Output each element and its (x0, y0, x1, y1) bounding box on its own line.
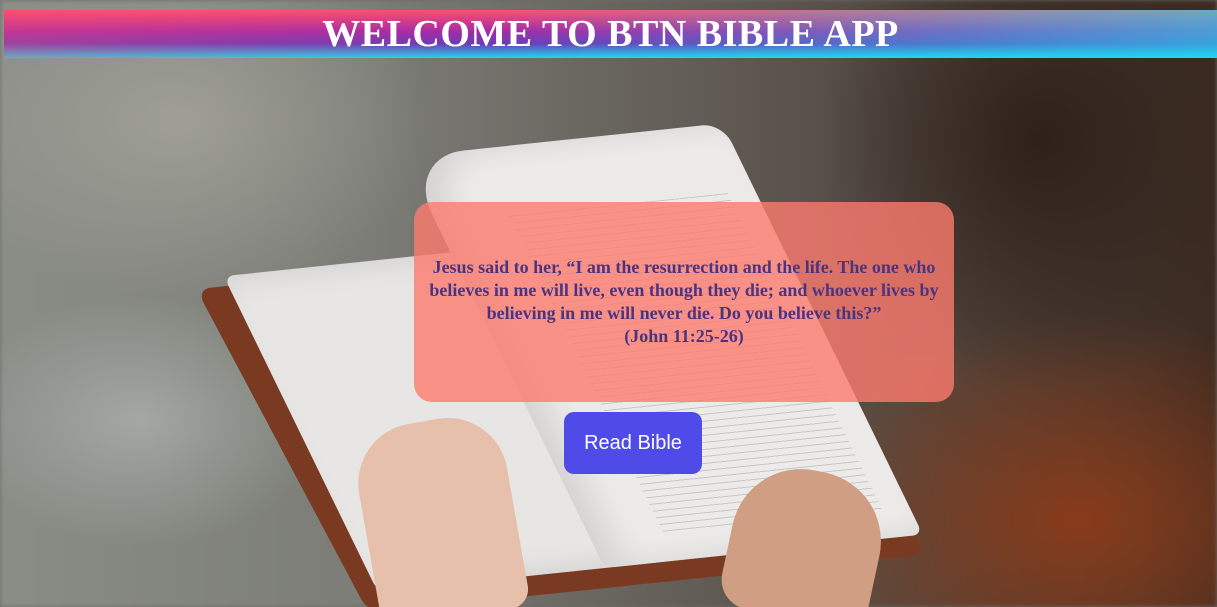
verse-card: Jesus said to her, “I am the resurrectio… (414, 202, 954, 402)
page-title: WELCOME TO BTN BIBLE APP (322, 13, 899, 55)
verse-reference: (John 11:25-26) (624, 326, 744, 346)
verse-block: Jesus said to her, “I am the resurrectio… (416, 256, 952, 348)
header-banner: WELCOME TO BTN BIBLE APP (4, 10, 1217, 58)
verse-text: Jesus said to her, “I am the resurrectio… (429, 257, 939, 323)
read-bible-button[interactable]: Read Bible (564, 412, 702, 474)
